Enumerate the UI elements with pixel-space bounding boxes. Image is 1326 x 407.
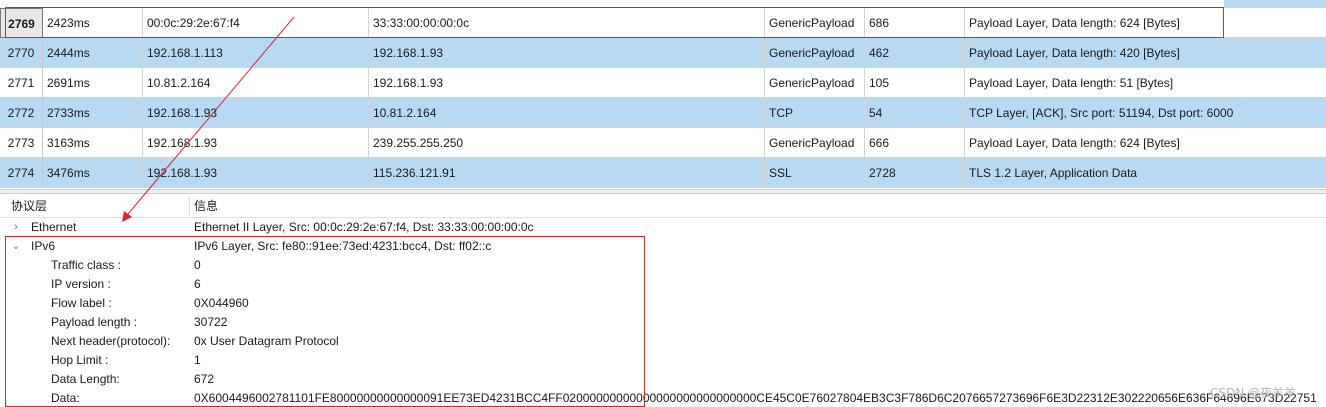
packet-source: 192.168.1.93 — [143, 128, 369, 158]
tree-node-info: IPv6 Layer, Src: fe80::91ee:73ed:4231:bc… — [194, 239, 492, 253]
packet-source: 192.168.1.93 — [143, 158, 369, 188]
tree-field[interactable]: Hop Limit : 1 — [0, 351, 1326, 370]
packet-number: 2774 — [0, 158, 43, 188]
field-value: 6 — [194, 277, 201, 291]
packet-destination: 115.236.121.91 — [369, 158, 765, 188]
packet-time: 2444ms — [43, 38, 143, 68]
packet-protocol: SSL — [765, 158, 865, 188]
field-name: Flow label : — [51, 296, 112, 310]
packet-analyzer-window: 2769 2423ms 00:0c:29:2e:67:f4 33:33:00:0… — [0, 0, 1326, 407]
packet-row[interactable]: 2771 2691ms 10.81.2.164 192.168.1.93 Gen… — [0, 68, 1326, 98]
packet-protocol: GenericPayload — [765, 8, 865, 38]
packet-time: 3163ms — [43, 128, 143, 158]
packet-row[interactable]: 2770 2444ms 192.168.1.113 192.168.1.93 G… — [0, 38, 1326, 68]
field-name: IP version : — [51, 277, 111, 291]
packet-row[interactable]: 2774 3476ms 192.168.1.93 115.236.121.91 … — [0, 158, 1326, 188]
field-name: Payload length : — [51, 315, 138, 329]
packet-length: 2728 — [865, 158, 965, 188]
field-name: Hop Limit : — [51, 353, 109, 367]
packet-protocol: TCP — [765, 98, 865, 128]
packet-number: 2772 — [0, 98, 43, 128]
tree-node-name: IPv6 — [31, 239, 56, 253]
packet-destination: 192.168.1.93 — [369, 68, 765, 98]
tree-node-ipv6[interactable]: ⌄ IPv6 IPv6 Layer, Src: fe80::91ee:73ed:… — [0, 237, 1326, 256]
field-value: 672 — [194, 372, 215, 386]
packet-destination: 33:33:00:00:00:0c — [369, 8, 765, 38]
field-value: 0x User Datagram Protocol — [194, 334, 339, 348]
field-name: Data Length: — [51, 372, 120, 386]
packet-time: 2691ms — [43, 68, 143, 98]
packet-row[interactable]: 2772 2733ms 192.168.1.93 10.81.2.164 TCP… — [0, 98, 1326, 128]
packet-protocol: GenericPayload — [765, 38, 865, 68]
tree-field[interactable]: Traffic class : 0 — [0, 256, 1326, 275]
tree-field[interactable]: Data Length: 672 — [0, 370, 1326, 389]
packet-row-selected[interactable]: 2769 2423ms 00:0c:29:2e:67:f4 33:33:00:0… — [0, 8, 1326, 38]
packet-time: 2733ms — [43, 98, 143, 128]
tree-field[interactable]: Data: 0X6004496002781101FE80000000000000… — [0, 389, 1326, 407]
packet-number: 2773 — [0, 128, 43, 158]
protocol-detail-tree: 协议层 信息 › Ethernet Ethernet II Layer, Src… — [0, 194, 1326, 407]
grid-top-edge — [0, 0, 1326, 8]
packet-destination: 239.255.255.250 — [369, 128, 765, 158]
packet-length: 105 — [865, 68, 965, 98]
field-name: Data: — [51, 391, 80, 405]
field-value: 30722 — [194, 315, 228, 329]
packet-length: 686 — [865, 8, 965, 38]
packet-protocol: GenericPayload — [765, 128, 865, 158]
packet-number: 2770 — [0, 38, 43, 68]
packet-length: 54 — [865, 98, 965, 128]
packet-info: Payload Layer, Data length: 624 [Bytes] — [965, 8, 1326, 38]
watermark: CSDN @夜羊羊 — [1210, 386, 1297, 400]
packet-time: 3476ms — [43, 158, 143, 188]
field-name: Next header(protocol): — [51, 334, 171, 348]
packet-source: 192.168.1.113 — [143, 38, 369, 68]
tree-field[interactable]: Flow label : 0X044960 — [0, 294, 1326, 313]
packet-info: Payload Layer, Data length: 624 [Bytes] — [965, 128, 1326, 158]
column-header-info[interactable]: 信息 — [194, 194, 218, 218]
chevron-right-icon[interactable]: › — [10, 218, 22, 237]
tree-node-info: Ethernet II Layer, Src: 00:0c:29:2e:67:f… — [194, 220, 534, 234]
packet-time: 2423ms — [43, 8, 143, 38]
packet-length: 666 — [865, 128, 965, 158]
packet-number: 2771 — [0, 68, 43, 98]
packet-destination: 10.81.2.164 — [369, 98, 765, 128]
packet-info: TLS 1.2 Layer, Application Data — [965, 158, 1326, 188]
packet-info: Payload Layer, Data length: 420 [Bytes] — [965, 38, 1326, 68]
field-value: 1 — [194, 353, 201, 367]
packet-length: 462 — [865, 38, 965, 68]
packet-number: 2769 — [0, 8, 43, 38]
packet-info: TCP Layer, [ACK], Src port: 51194, Dst p… — [965, 98, 1326, 128]
field-value: 0X6004496002781101FE80000000000000091EE7… — [194, 391, 1317, 405]
packet-source: 192.168.1.93 — [143, 98, 369, 128]
field-value: 0 — [194, 258, 201, 272]
tree-node-name: Ethernet — [31, 220, 77, 234]
tree-field[interactable]: IP version : 6 — [0, 275, 1326, 294]
packet-info: Payload Layer, Data length: 51 [Bytes] — [965, 68, 1326, 98]
field-name: Traffic class : — [51, 258, 122, 272]
packet-source: 00:0c:29:2e:67:f4 — [143, 8, 369, 38]
packet-destination: 192.168.1.93 — [369, 38, 765, 68]
tree-header: 协议层 信息 — [0, 194, 1326, 218]
column-header-layer[interactable]: 协议层 — [11, 194, 47, 218]
packet-source: 10.81.2.164 — [143, 68, 369, 98]
chevron-down-icon[interactable]: ⌄ — [10, 237, 22, 256]
tree-field[interactable]: Next header(protocol): 0x User Datagram … — [0, 332, 1326, 351]
packet-row[interactable]: 2773 3163ms 192.168.1.93 239.255.255.250… — [0, 128, 1326, 158]
tree-node-ethernet[interactable]: › Ethernet Ethernet II Layer, Src: 00:0c… — [0, 218, 1326, 237]
field-value: 0X044960 — [194, 296, 249, 310]
packet-protocol: GenericPayload — [765, 68, 865, 98]
packet-list-grid: 2769 2423ms 00:0c:29:2e:67:f4 33:33:00:0… — [0, 0, 1326, 189]
tree-field[interactable]: Payload length : 30722 — [0, 313, 1326, 332]
